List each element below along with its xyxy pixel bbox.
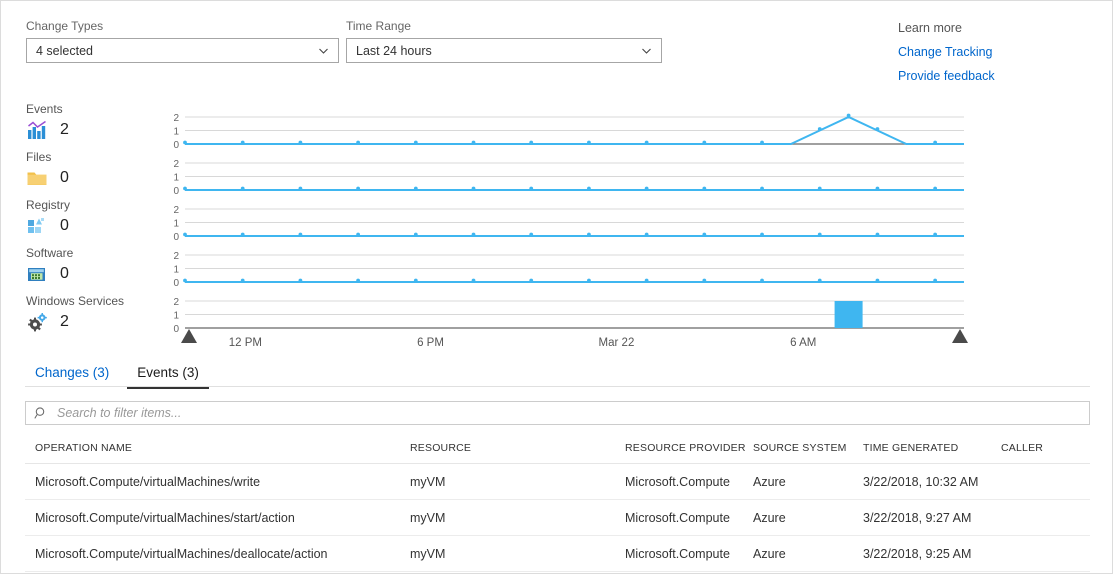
chevron-down-icon [640, 44, 653, 57]
change-types-label: Change Types [26, 19, 104, 33]
table-header-row: OPERATION NAME RESOURCE RESOURCE PROVIDE… [25, 433, 1090, 464]
cell-source-system: Azure [753, 474, 786, 489]
time-range-value: Last 24 hours [356, 43, 432, 58]
summary-count-windows-services: 2 [60, 313, 69, 330]
change-tracking-page: Change Types 4 selected Time Range Last … [0, 0, 1113, 574]
svg-text:1: 1 [173, 311, 179, 322]
svg-text:1: 1 [173, 127, 179, 138]
bar-chart-icon [26, 120, 50, 140]
change-summary-sidebar: Events 2 Files 0 Registry 0 Software 0 W… [26, 102, 146, 342]
time-range-end-handle[interactable] [951, 328, 969, 344]
cell-resource-provider: Microsoft.Compute [625, 510, 730, 525]
summary-count-files: 0 [60, 169, 69, 186]
summary-item-events[interactable]: Events 2 [26, 102, 146, 141]
chart-x-axis: 12 PM 6 PM Mar 22 6 AM [152, 337, 964, 359]
x-axis-tick-label: 12 PM [228, 337, 262, 349]
column-header-source-system[interactable]: SOURCE SYSTEM [753, 442, 863, 454]
table-row[interactable]: Microsoft.Compute/virtualMachines/deallo… [25, 536, 1090, 572]
software-window-icon [26, 264, 50, 284]
time-range-filter: Time Range Last 24 hours [346, 19, 662, 63]
folder-icon [26, 168, 50, 188]
cell-operation-name: Microsoft.Compute/virtualMachines/start/… [35, 510, 295, 525]
learn-more-section: Learn more Change Tracking Provide feedb… [898, 20, 995, 92]
svg-text:1: 1 [173, 173, 179, 184]
summary-item-registry[interactable]: Registry 0 [26, 198, 146, 237]
registry-blocks-icon [26, 216, 50, 236]
svg-text:2: 2 [173, 113, 179, 124]
learn-more-title: Learn more [898, 21, 962, 35]
time-range-label: Time Range [346, 19, 411, 33]
cell-resource: myVM [410, 474, 446, 489]
change-types-select[interactable]: 4 selected [26, 38, 339, 63]
summary-count-registry: 0 [60, 217, 69, 234]
change-types-filter: Change Types 4 selected [26, 19, 339, 63]
column-header-operation-name[interactable]: OPERATION NAME [25, 442, 410, 454]
column-header-resource[interactable]: RESOURCE [410, 442, 625, 454]
cell-resource: myVM [410, 546, 446, 561]
summary-label-files: Files [26, 150, 52, 164]
cell-resource-provider: Microsoft.Compute [625, 474, 730, 489]
search-input[interactable] [55, 403, 1081, 423]
chevron-down-icon [317, 44, 330, 57]
tab-changes[interactable]: Changes (3) [25, 361, 119, 387]
cell-operation-name: Microsoft.Compute/virtualMachines/write [35, 474, 261, 489]
column-header-resource-provider[interactable]: RESOURCE PROVIDER [625, 442, 753, 454]
svg-text:0: 0 [173, 278, 179, 289]
summary-label-registry: Registry [26, 198, 71, 212]
time-range-select[interactable]: Last 24 hours [346, 38, 662, 63]
svg-text:2: 2 [173, 251, 179, 262]
cell-source-system: Azure [753, 546, 786, 561]
cell-resource: myVM [410, 510, 446, 525]
cell-time-generated: 3/22/2018, 10:32 AM [863, 474, 979, 489]
chart-canvas: 2 1 0 2 1 0 2 1 0 2 1 0 2 1 0 [173, 113, 964, 335]
column-header-caller[interactable]: CALLER [1001, 442, 1081, 454]
table-row[interactable]: Microsoft.Compute/virtualMachines/write … [25, 464, 1090, 500]
summary-count-events: 2 [60, 121, 69, 138]
svg-text:2: 2 [173, 159, 179, 170]
summary-item-software[interactable]: Software 0 [26, 246, 146, 285]
summary-label-events: Events [26, 102, 63, 116]
summary-item-files[interactable]: Files 0 [26, 150, 146, 189]
svg-text:0: 0 [173, 232, 179, 243]
events-table: OPERATION NAME RESOURCE RESOURCE PROVIDE… [25, 433, 1090, 572]
search-box[interactable] [25, 401, 1090, 425]
summary-label-windows-services: Windows Services [26, 294, 125, 308]
column-header-time-generated[interactable]: TIME GENERATED [863, 442, 1001, 454]
provide-feedback-link[interactable]: Provide feedback [898, 68, 995, 84]
gears-icon [26, 312, 50, 332]
svg-text:1: 1 [173, 219, 179, 230]
change-timeline-chart[interactable]: 2 1 0 2 1 0 2 1 0 2 1 0 2 1 0 [152, 105, 964, 335]
result-tabs: Changes (3) Events (3) [25, 361, 1090, 389]
change-types-value: 4 selected [36, 43, 93, 58]
time-range-start-handle[interactable] [180, 328, 198, 344]
summary-item-windows-services[interactable]: Windows Services 2 [26, 294, 146, 333]
search-icon [34, 406, 48, 420]
summary-count-software: 0 [60, 265, 69, 282]
svg-text:2: 2 [173, 205, 179, 216]
x-axis-tick-label: 6 PM [417, 337, 444, 349]
svg-text:2: 2 [173, 297, 179, 308]
cell-source-system: Azure [753, 510, 786, 525]
cell-time-generated: 3/22/2018, 9:27 AM [863, 510, 972, 525]
cell-operation-name: Microsoft.Compute/virtualMachines/deallo… [35, 546, 328, 561]
x-axis-tick-label: Mar 22 [598, 337, 635, 349]
svg-text:1: 1 [173, 265, 179, 276]
cell-resource-provider: Microsoft.Compute [625, 546, 730, 561]
svg-text:0: 0 [173, 186, 179, 197]
tab-events[interactable]: Events (3) [127, 361, 209, 389]
svg-text:0: 0 [173, 140, 179, 151]
x-axis-tick-label: 6 AM [790, 337, 817, 349]
table-row[interactable]: Microsoft.Compute/virtualMachines/start/… [25, 500, 1090, 536]
cell-time-generated: 3/22/2018, 9:25 AM [863, 546, 972, 561]
svg-text:0: 0 [173, 324, 179, 335]
summary-label-software: Software [26, 246, 74, 260]
change-tracking-link[interactable]: Change Tracking [898, 44, 995, 60]
